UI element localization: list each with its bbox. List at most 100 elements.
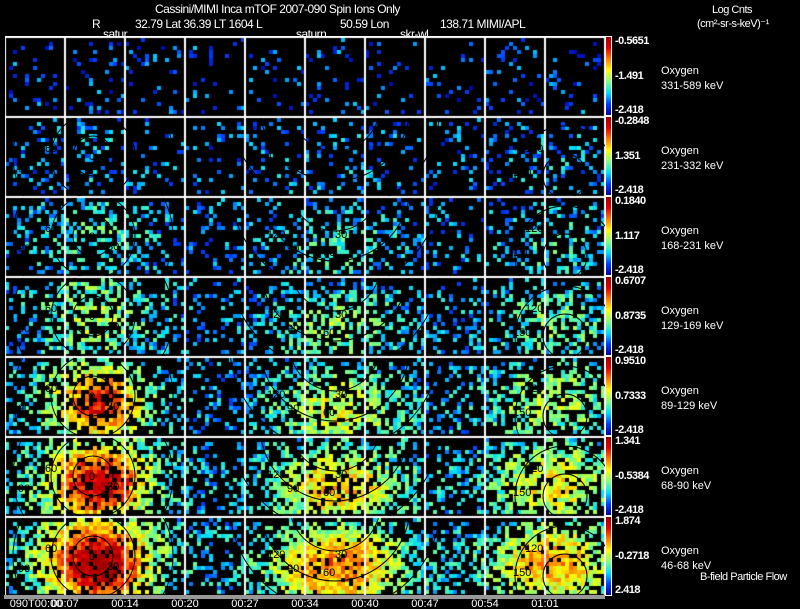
colorbar-max: 0.1840 bbox=[615, 195, 646, 207]
contour-label: 0 bbox=[89, 471, 95, 483]
contour-label: 90 bbox=[287, 243, 299, 255]
colorbar bbox=[605, 516, 612, 596]
contour-label: 30 bbox=[107, 561, 119, 573]
colorbar bbox=[605, 116, 612, 196]
contour-label: 90 bbox=[18, 163, 30, 175]
contour-label: 120 bbox=[267, 149, 285, 161]
colorbar-min: 2.418 bbox=[615, 584, 641, 596]
contour-overlay: 0306090306090120150120030609030609012015… bbox=[12, 118, 605, 596]
contour-label: 30 bbox=[107, 321, 119, 333]
x-tick-label: 01:01 bbox=[531, 598, 559, 609]
contour-label: 120 bbox=[525, 383, 543, 395]
contour-label: 90 bbox=[18, 563, 30, 575]
footnote: B-field Particle Flow bbox=[700, 571, 787, 583]
contour-label: 150 bbox=[513, 247, 531, 259]
contour-line bbox=[542, 313, 588, 356]
panel-label: Oxygen 331-589 keV bbox=[661, 64, 723, 94]
contour-line bbox=[542, 233, 588, 276]
species: Oxygen bbox=[661, 545, 699, 557]
species: Oxygen bbox=[661, 225, 699, 237]
contour-label: 0 bbox=[89, 231, 95, 243]
contour-line bbox=[230, 198, 440, 276]
colorbar bbox=[605, 436, 612, 516]
contour-label: 120 bbox=[267, 309, 285, 321]
contour-label: 90 bbox=[18, 403, 30, 415]
contour-label: 150 bbox=[513, 567, 531, 579]
lon-label: 50.59 Lon bbox=[340, 17, 389, 31]
colorbar-mid: 1.117 bbox=[615, 230, 640, 242]
contour-label: 60 bbox=[323, 327, 335, 339]
contour-line bbox=[230, 278, 440, 356]
ephemeris: 32.79 Lat 36.39 LT 1604 L bbox=[135, 17, 263, 31]
x-tick-label: 00:47 bbox=[411, 598, 439, 609]
units-line1: Log Cnts bbox=[712, 4, 753, 16]
contour-label: 120 bbox=[525, 543, 543, 555]
colorbar-max: -0.5651 bbox=[615, 35, 649, 47]
contour-label: 30 bbox=[335, 309, 347, 321]
species: Oxygen bbox=[661, 65, 699, 77]
contour-label: 30 bbox=[335, 229, 347, 241]
x-tick-label: 00:34 bbox=[291, 598, 319, 609]
x-tick-label: 00:20 bbox=[171, 598, 199, 609]
contour-line bbox=[230, 118, 440, 196]
contour-label: 90 bbox=[18, 483, 30, 495]
energy-range: 331-589 keV bbox=[661, 80, 724, 92]
contour-label: 60 bbox=[45, 463, 57, 475]
contour-label: 150 bbox=[513, 407, 531, 419]
colorbar-mid: 0.8735 bbox=[615, 310, 646, 322]
contour-label: 120 bbox=[267, 469, 285, 481]
contour-label: 60 bbox=[45, 383, 57, 395]
contour-label: 90 bbox=[287, 483, 299, 495]
contour-label: 120 bbox=[267, 549, 285, 561]
contour-label: 60 bbox=[45, 543, 57, 555]
contour-label: 60 bbox=[323, 247, 335, 259]
colorbar-mid: -1.491 bbox=[615, 70, 644, 82]
x-tick-label: 00:27 bbox=[231, 598, 259, 609]
plot-title: Cassini/MIMI Inca mTOF 2007-090 Spin Ion… bbox=[155, 2, 400, 16]
contour-line bbox=[542, 393, 588, 436]
contour-label: 120 bbox=[525, 143, 543, 155]
colorbar-mid: 1.351 bbox=[615, 150, 641, 162]
units-line2: (cm²-sr-s-keV)⁻¹ bbox=[697, 18, 769, 30]
r-label: R bbox=[92, 17, 101, 31]
contour-label: 150 bbox=[513, 327, 531, 339]
contour-label: 0 bbox=[89, 151, 95, 163]
colorbar-max: -0.2848 bbox=[615, 115, 649, 127]
colorbar-mid: -0.5384 bbox=[615, 470, 649, 482]
panel-label: Oxygen 68-90 keV bbox=[661, 464, 711, 494]
contour-line bbox=[542, 153, 588, 196]
contour-label: 60 bbox=[45, 303, 57, 315]
colorbar-max: 1.341 bbox=[615, 435, 641, 447]
colorbar bbox=[605, 356, 612, 436]
colorbar bbox=[605, 196, 612, 276]
contour-line bbox=[230, 358, 440, 436]
energy-range: 231-332 keV bbox=[661, 160, 724, 172]
colorbar bbox=[605, 36, 612, 116]
x-tick-label: 00:40 bbox=[351, 598, 379, 609]
contour-label: 90 bbox=[287, 563, 299, 575]
contour-label: 60 bbox=[45, 223, 57, 235]
energy-range: 168-231 keV bbox=[661, 240, 724, 252]
contour-label: 30 bbox=[107, 241, 119, 253]
contour-label: 120 bbox=[525, 223, 543, 235]
contour-label: 30 bbox=[107, 401, 119, 413]
contour-label: 120 bbox=[525, 463, 543, 475]
contour-label: 30 bbox=[335, 149, 347, 161]
contour-label: 60 bbox=[323, 407, 335, 419]
contour-label: 30 bbox=[335, 389, 347, 401]
contour-label: 150 bbox=[513, 167, 531, 179]
species: Oxygen bbox=[661, 145, 699, 157]
contour-label: 30 bbox=[335, 469, 347, 481]
contour-label: 90 bbox=[287, 323, 299, 335]
contour-label: 0 bbox=[89, 391, 95, 403]
panel-label: Oxygen 129-169 keV bbox=[661, 304, 723, 334]
energy-range: 129-169 keV bbox=[661, 320, 724, 332]
panel-label: Oxygen 89-129 keV bbox=[661, 384, 717, 414]
contour-label: 60 bbox=[323, 567, 335, 579]
contour-label: 60 bbox=[323, 487, 335, 499]
contour-line bbox=[230, 438, 440, 516]
colorbar-mid: -0.2718 bbox=[615, 550, 649, 562]
contour-label: 30 bbox=[107, 481, 119, 493]
colorbar-max: 1.874 bbox=[615, 515, 641, 527]
contour-label: 90 bbox=[287, 403, 299, 415]
